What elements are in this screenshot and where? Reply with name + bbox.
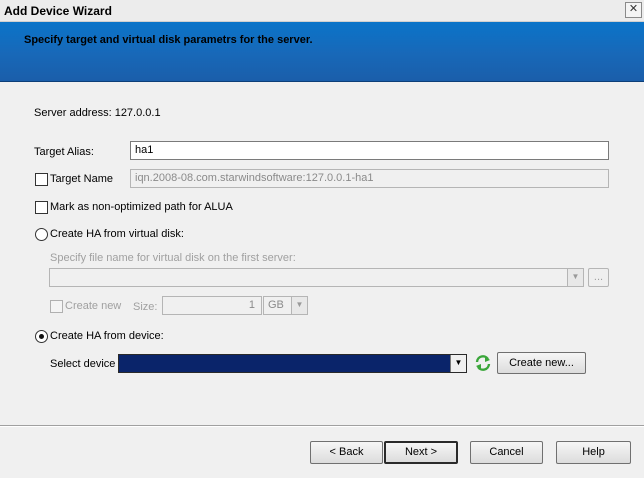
- alua-checkbox[interactable]: [35, 201, 48, 214]
- alua-label: Mark as non-optimized path for ALUA: [50, 201, 233, 213]
- target-name-label: Target Name: [50, 173, 113, 185]
- close-button[interactable]: ✕: [625, 2, 642, 18]
- next-button-label: Next >: [404, 446, 438, 458]
- window-title: Add Device Wizard: [4, 4, 112, 18]
- create-new-device-label: Create new...: [509, 357, 574, 369]
- next-button[interactable]: Next >: [384, 441, 458, 464]
- ha-device-label: Create HA from device:: [50, 330, 164, 342]
- title-bar: Add Device Wizard ✕: [0, 0, 644, 22]
- file-name-combo[interactable]: ▼: [49, 268, 584, 287]
- target-alias-input[interactable]: ha1: [130, 141, 609, 160]
- chevron-down-icon: ▼: [291, 297, 307, 314]
- help-button[interactable]: Help: [556, 441, 631, 464]
- back-button[interactable]: < Back: [310, 441, 383, 464]
- ha-virtual-disk-label: Create HA from virtual disk:: [50, 228, 184, 240]
- help-button-label: Help: [582, 446, 605, 458]
- size-input[interactable]: 1: [162, 296, 262, 315]
- footer-separator: [0, 425, 644, 427]
- size-label: Size:: [133, 301, 158, 313]
- back-button-label: < Back: [329, 446, 364, 458]
- close-icon: ✕: [628, 3, 639, 15]
- create-new-device-button[interactable]: Create new...: [497, 352, 586, 374]
- browse-button-label: ...: [593, 271, 604, 283]
- size-unit-value: GB: [268, 299, 284, 311]
- size-unit-combo[interactable]: GB ▼: [263, 296, 308, 315]
- file-name-label: Specify file name for virtual disk on th…: [50, 252, 296, 264]
- server-address-label: Server address: 127.0.0.1: [34, 107, 161, 119]
- ha-device-radio[interactable]: [35, 330, 48, 343]
- create-new-checkbox[interactable]: [50, 300, 63, 313]
- chevron-down-icon: ▼: [450, 355, 466, 372]
- radio-selected-dot: [39, 334, 44, 339]
- cancel-button[interactable]: Cancel: [470, 441, 543, 464]
- select-device-label: Select device: [50, 358, 116, 370]
- create-new-label: Create new: [65, 300, 122, 312]
- select-device-combo[interactable]: ▼: [118, 354, 467, 373]
- browse-button[interactable]: ...: [588, 268, 609, 287]
- add-device-wizard-window: Add Device Wizard ✕ Specify target and v…: [0, 0, 644, 478]
- target-alias-label: Target Alias:: [34, 146, 94, 158]
- refresh-icon[interactable]: [474, 354, 492, 372]
- header-banner: Specify target and virtual disk parametr…: [0, 22, 644, 82]
- ha-virtual-disk-radio[interactable]: [35, 228, 48, 241]
- target-name-input[interactable]: iqn.2008-08.com.starwindsoftware:127.0.0…: [130, 169, 609, 188]
- cancel-button-label: Cancel: [489, 446, 524, 458]
- banner-text: Specify target and virtual disk parametr…: [24, 34, 313, 46]
- chevron-down-icon: ▼: [567, 269, 583, 286]
- target-name-checkbox[interactable]: [35, 173, 48, 186]
